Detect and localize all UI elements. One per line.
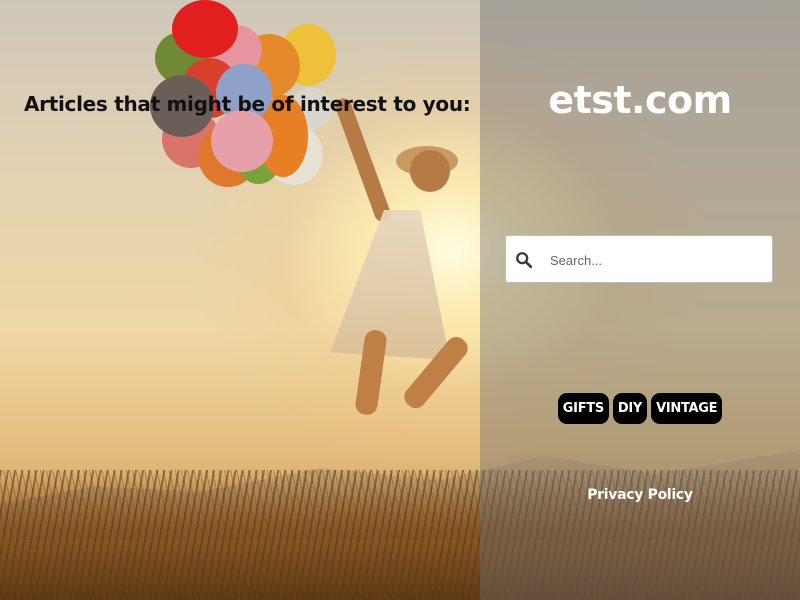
tag-vintage[interactable]: VINTAGE [651,393,723,424]
site-title[interactable]: etst.com [480,78,800,122]
privacy-policy-link[interactable]: Privacy Policy [480,487,800,503]
articles-heading: Articles that might be of interest to yo… [24,92,471,116]
tag-diy[interactable]: DIY [612,393,648,424]
tag-cloud: GIFTS DIY VINTAGE [480,393,800,424]
tag-gifts[interactable]: GIFTS [557,393,609,424]
search-box[interactable] [505,235,773,283]
search-input[interactable] [550,248,760,272]
search-icon[interactable] [515,251,533,269]
